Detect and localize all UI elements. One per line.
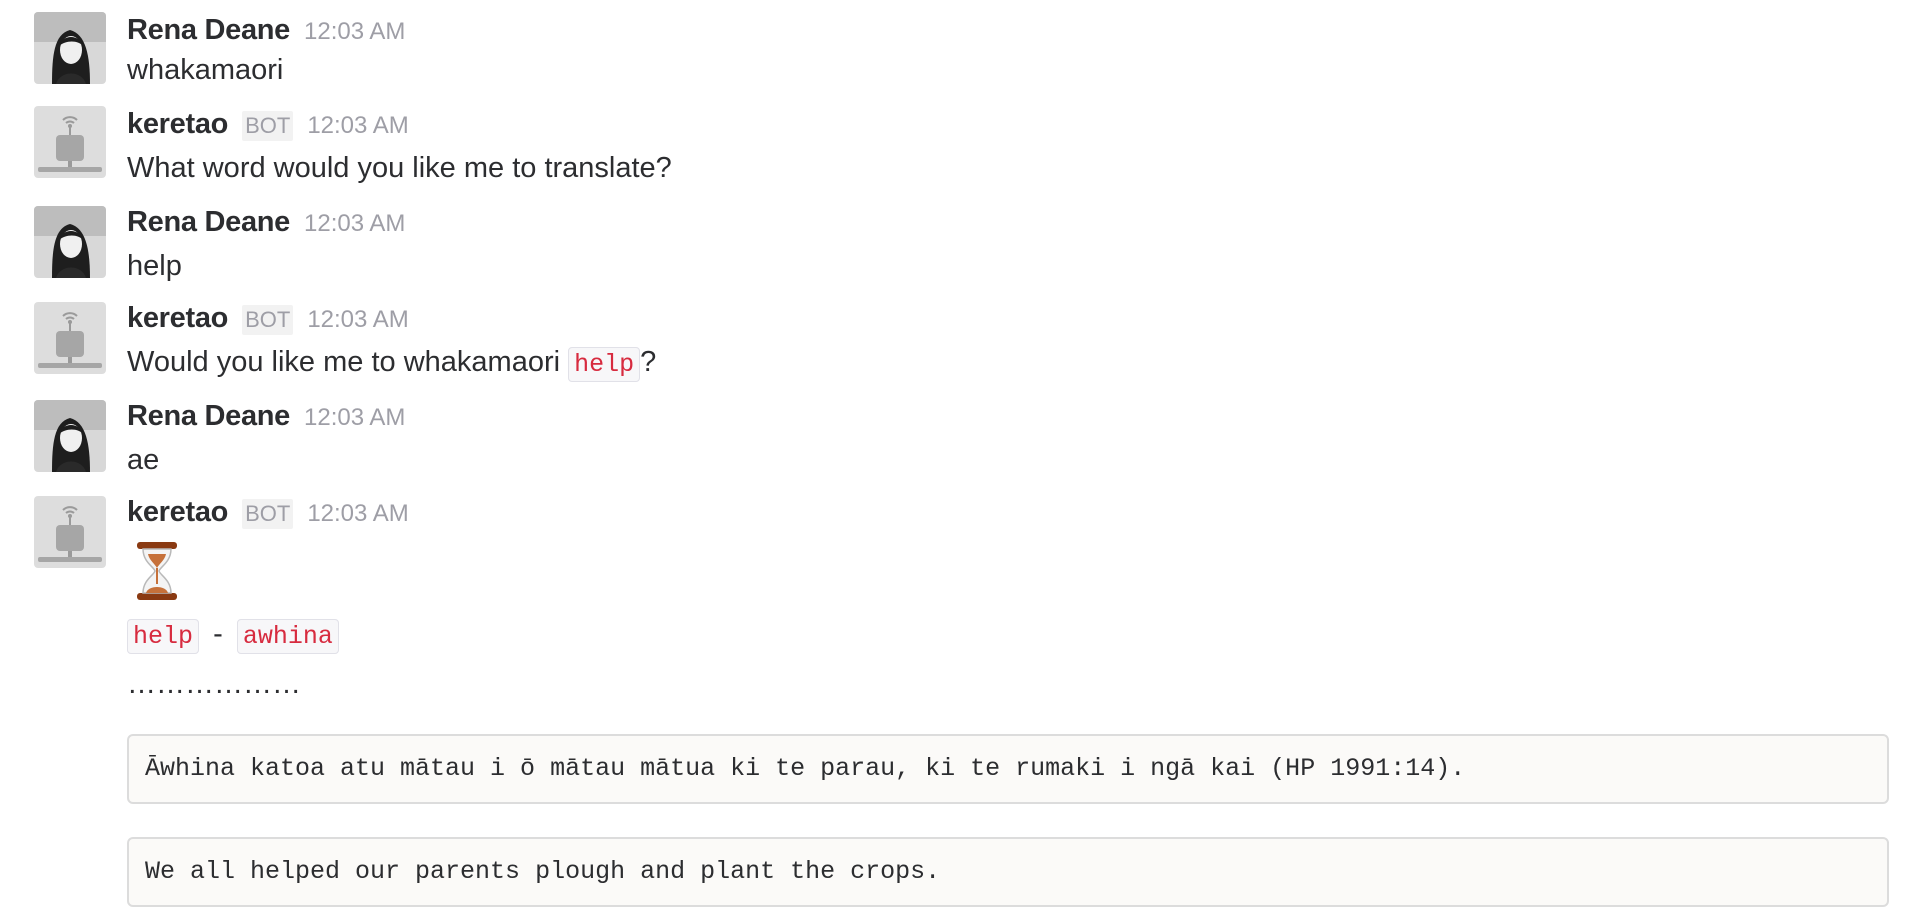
bot-badge: BOT	[242, 499, 294, 529]
example-maori-block: Āwhina katoa atu mātau i ō mātau mātua k…	[127, 734, 1889, 804]
message-text: whakamaori	[127, 54, 284, 86]
timestamp[interactable]: 12:03 AM	[304, 18, 405, 46]
message: Rena Deane 12:03 AM whakamaori	[0, 0, 1922, 96]
message-list: Rena Deane 12:03 AM whakamaori keretao B…	[0, 0, 1922, 922]
bot-avatar[interactable]	[34, 496, 106, 568]
timestamp[interactable]: 12:03 AM	[304, 210, 405, 238]
message: keretao BOT 12:03 AM Would you like me t…	[0, 290, 1922, 388]
term-separator: -	[213, 618, 223, 650]
bot-badge: BOT	[242, 111, 294, 141]
example-english-block: We all helped our parents plough and pla…	[127, 837, 1889, 907]
timestamp[interactable]: 12:03 AM	[307, 112, 408, 140]
message-text-before: Would you like me to whakamaori	[127, 346, 561, 378]
timestamp[interactable]: 12:03 AM	[307, 500, 408, 528]
message-text: Would you like me to whakamaori help?	[127, 346, 657, 382]
timestamp[interactable]: 12:03 AM	[304, 404, 405, 432]
message-text-after: ?	[640, 346, 657, 378]
bot-avatar[interactable]	[34, 106, 106, 178]
sender-name[interactable]: Rena Deane	[127, 206, 290, 239]
translation-code: awhina	[236, 619, 339, 654]
user-avatar[interactable]	[34, 400, 106, 472]
divider-dots: ………………	[127, 668, 301, 700]
message: keretao BOT 12:03 AM What word would you…	[0, 96, 1922, 194]
bot-avatar[interactable]	[34, 302, 106, 374]
translation-line: help - awhina	[127, 618, 339, 654]
message-text: help	[127, 250, 182, 282]
message-text: ae	[127, 444, 160, 476]
bot-badge: BOT	[242, 305, 294, 335]
message-text: What word would you like me to translate…	[127, 152, 672, 184]
inline-code: help	[568, 347, 641, 382]
timestamp[interactable]: 12:03 AM	[307, 306, 408, 334]
user-avatar[interactable]	[34, 206, 106, 278]
sender-name[interactable]: Rena Deane	[127, 400, 290, 433]
hourglass-icon	[134, 540, 180, 602]
sender-name[interactable]: Rena Deane	[127, 14, 290, 47]
sender-name[interactable]: keretao	[127, 108, 228, 141]
user-avatar[interactable]	[34, 12, 106, 84]
message: Rena Deane 12:03 AM help	[0, 194, 1922, 290]
term-code: help	[127, 619, 200, 654]
sender-name[interactable]: keretao	[127, 496, 228, 529]
sender-name[interactable]: keretao	[127, 302, 228, 335]
message: Rena Deane 12:03 AM ae	[0, 388, 1922, 484]
